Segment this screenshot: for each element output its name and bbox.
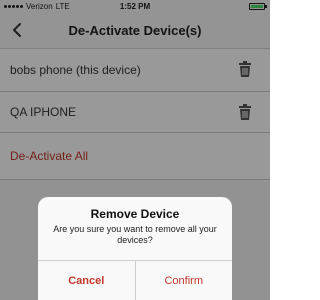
dialog-title: Remove Device	[90, 207, 180, 221]
dialog-button-row: Cancel Confirm	[38, 260, 232, 300]
remove-device-dialog: Remove Device Are you sure you want to r…	[38, 197, 232, 300]
dialog-message: Are you sure you want to remove all your…	[53, 224, 217, 245]
confirm-button[interactable]: Confirm	[136, 261, 233, 300]
cancel-button[interactable]: Cancel	[38, 261, 135, 300]
